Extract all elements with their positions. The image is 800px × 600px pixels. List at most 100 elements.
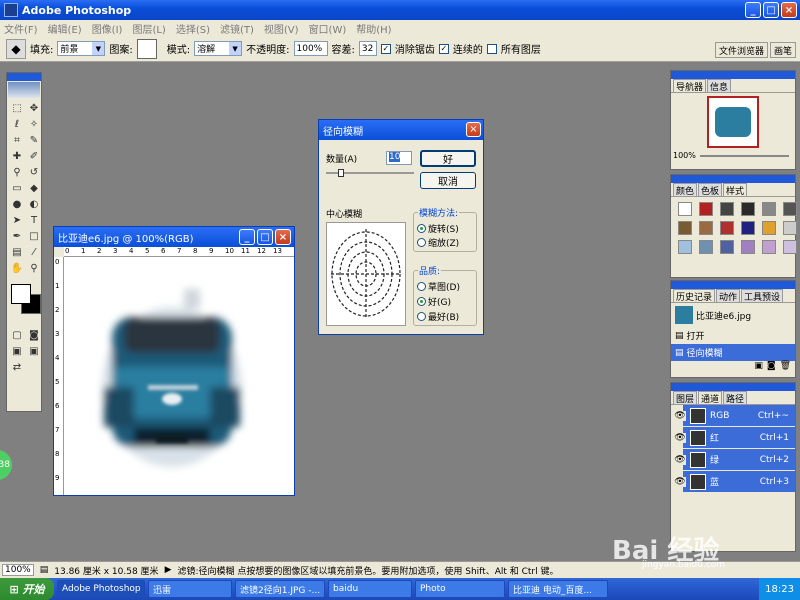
paint-bucket-tool-icon[interactable]: ◆: [26, 181, 42, 196]
pen-tool-icon[interactable]: ✒: [9, 229, 25, 244]
ok-button[interactable]: 好: [420, 150, 476, 167]
style-swatch[interactable]: [741, 240, 755, 254]
quality-good-option[interactable]: 好(G): [417, 295, 451, 308]
menu-item[interactable]: 文件(F): [4, 21, 38, 36]
style-swatch[interactable]: [720, 240, 734, 254]
style-swatch[interactable]: [678, 202, 692, 216]
tolerance-input[interactable]: 32: [358, 41, 377, 56]
tool-presets-tab[interactable]: 工具预设: [741, 289, 784, 303]
pattern-picker[interactable]: [136, 38, 157, 59]
path-select-icon[interactable]: ➤: [9, 213, 25, 228]
history-item-radial-blur[interactable]: ▤ 径向模糊: [671, 344, 795, 361]
style-swatch[interactable]: [762, 202, 776, 216]
style-swatch[interactable]: [783, 240, 797, 254]
move-tool-icon[interactable]: ✥: [26, 101, 42, 116]
status-zoom[interactable]: 100%: [2, 564, 34, 576]
crop-tool-icon[interactable]: ⌗: [9, 133, 25, 148]
menu-item[interactable]: 编辑(E): [48, 21, 82, 36]
minimize-button[interactable]: _: [745, 2, 761, 18]
eye-icon[interactable]: 👁: [674, 432, 686, 443]
standard-mode-icon[interactable]: ▢: [9, 328, 25, 343]
history-item-open[interactable]: ▤ 打开: [671, 327, 795, 344]
navigator-tab[interactable]: 导航器: [673, 79, 707, 93]
menu-item[interactable]: 选择(S): [176, 21, 210, 36]
jump-to-imageready-icon[interactable]: ⇄: [9, 360, 25, 375]
eraser-tool-icon[interactable]: ▭: [9, 181, 25, 196]
taskbar-item[interactable]: Adobe Photoshop: [57, 580, 145, 598]
blur-center-preview[interactable]: [326, 222, 406, 326]
style-swatch[interactable]: [678, 221, 692, 235]
quality-draft-option[interactable]: 草图(D): [417, 280, 460, 293]
screen-mode-2-icon[interactable]: ▣: [26, 344, 42, 359]
blur-tool-icon[interactable]: ●: [9, 197, 25, 212]
doc-maximize-button[interactable]: □: [257, 229, 273, 245]
zoom-tool-icon[interactable]: ⚲: [26, 261, 42, 276]
menu-item[interactable]: 视图(V): [264, 21, 299, 36]
method-zoom-option[interactable]: 缩放(Z): [417, 236, 459, 249]
channel-row[interactable]: 👁 绿 Ctrl+2: [674, 449, 795, 471]
paint-bucket-icon[interactable]: ◆: [6, 38, 26, 59]
taskbar-item[interactable]: baidu: [328, 580, 412, 598]
eye-icon[interactable]: 👁: [674, 454, 686, 465]
history-snapshot[interactable]: 比亚迪e6.jpg: [671, 303, 795, 327]
image-canvas[interactable]: [64, 257, 294, 495]
style-swatch[interactable]: [783, 202, 797, 216]
method-spin-option[interactable]: 旋转(S): [417, 222, 459, 235]
navigator-thumbnail[interactable]: [707, 96, 759, 148]
side-badge[interactable]: 38: [0, 450, 12, 480]
slice-tool-icon[interactable]: ✎: [26, 133, 42, 148]
foreground-color[interactable]: [11, 284, 31, 304]
taskbar-item[interactable]: 迅雷: [148, 580, 232, 598]
brushes-tab[interactable]: 画笔: [769, 42, 796, 58]
trash-icon[interactable]: 🗑: [780, 361, 791, 375]
paths-tab[interactable]: 路径: [723, 391, 748, 405]
channel-row[interactable]: 👁 RGB Ctrl+~: [674, 405, 795, 427]
style-swatch[interactable]: [720, 221, 734, 235]
swatches-tab[interactable]: 色板: [698, 183, 723, 197]
amount-slider-thumb[interactable]: [338, 169, 344, 177]
menu-item[interactable]: 滤镜(T): [220, 21, 254, 36]
new-document-icon[interactable]: ▣: [754, 361, 763, 375]
taskbar-item[interactable]: Photo: [415, 580, 505, 598]
style-swatch[interactable]: [678, 240, 692, 254]
channel-row[interactable]: 👁 红 Ctrl+1: [674, 427, 795, 449]
color-tab[interactable]: 颜色: [673, 183, 698, 197]
actions-tab[interactable]: 动作: [716, 289, 741, 303]
taskbar-item[interactable]: 比亚迪 电动_百度...: [508, 580, 608, 598]
eye-icon[interactable]: 👁: [674, 410, 686, 421]
menu-item[interactable]: 窗口(W): [309, 21, 347, 36]
styles-tab[interactable]: 样式: [723, 183, 748, 197]
menu-item[interactable]: 图层(L): [132, 21, 165, 36]
antialias-checkbox[interactable]: ✓: [380, 43, 391, 54]
style-swatch[interactable]: [699, 221, 713, 235]
magic-wand-icon[interactable]: ✧: [26, 117, 42, 132]
eye-icon[interactable]: 👁: [674, 476, 686, 487]
navigator-zoom-slider[interactable]: [699, 154, 789, 157]
style-swatch[interactable]: [783, 221, 797, 235]
navigator-zoom[interactable]: 100%: [673, 151, 696, 160]
hand-tool-icon[interactable]: ✋: [9, 261, 25, 276]
clock[interactable]: 18:23: [765, 584, 794, 595]
style-swatch[interactable]: [720, 202, 734, 216]
doc-close-button[interactable]: ×: [275, 229, 291, 245]
style-swatch[interactable]: [699, 202, 713, 216]
color-swatches[interactable]: [9, 282, 41, 322]
doc-minimize-button[interactable]: _: [239, 229, 255, 245]
lasso-tool-icon[interactable]: ℓ: [9, 117, 25, 132]
new-snapshot-icon[interactable]: ◙: [767, 361, 776, 375]
info-tab[interactable]: 信息: [707, 79, 732, 93]
dialog-close-button[interactable]: ×: [466, 122, 481, 137]
close-button[interactable]: ×: [781, 2, 797, 18]
history-tab[interactable]: 历史记录: [673, 289, 716, 303]
style-swatch[interactable]: [741, 202, 755, 216]
healing-brush-icon[interactable]: ✚: [9, 149, 25, 164]
channel-row[interactable]: 👁 蓝 Ctrl+3: [674, 471, 795, 493]
taskbar-item[interactable]: 滤镜2径向1.JPG -...: [235, 580, 325, 598]
marquee-tool-icon[interactable]: ⬚: [9, 101, 25, 116]
style-swatch[interactable]: [762, 221, 776, 235]
screen-mode-1-icon[interactable]: ▣: [9, 344, 25, 359]
contiguous-checkbox[interactable]: ✓: [438, 43, 449, 54]
clone-stamp-icon[interactable]: ⚲: [9, 165, 25, 180]
style-swatch[interactable]: [699, 240, 713, 254]
quality-best-option[interactable]: 最好(B): [417, 310, 459, 323]
